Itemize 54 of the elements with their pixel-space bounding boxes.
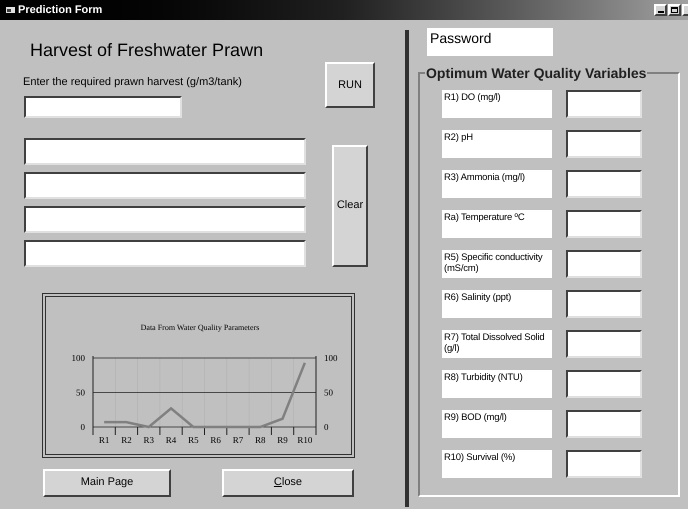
y-tick-label: 0 xyxy=(80,422,85,432)
y-tick-label: 0 xyxy=(324,422,328,432)
main-page-button[interactable]: Main Page xyxy=(43,468,171,496)
y-tick-label: 100 xyxy=(72,352,85,362)
close-window-button[interactable] xyxy=(682,4,688,16)
form-heading: Harvest of Freshwater Prawn xyxy=(30,39,264,61)
output-field[interactable] xyxy=(24,138,306,164)
variable-label: Ra) Temperature ºC xyxy=(442,210,552,238)
x-tick-label: R9 xyxy=(277,434,288,444)
password-label: Password xyxy=(427,28,553,56)
close-button[interactable]: Close xyxy=(222,468,354,496)
variable-input[interactable] xyxy=(566,450,642,478)
window-title: Prediction Form xyxy=(18,2,102,18)
y-tick-label: 50 xyxy=(324,387,333,397)
output-field[interactable] xyxy=(24,172,306,198)
variable-label: R8) Turbidity (NTU) xyxy=(442,370,552,398)
chart-title: Data From Water Quality Parameters xyxy=(140,322,260,332)
variable-label: R7) Total Dissolved Solid (g/l) xyxy=(442,330,552,358)
x-tick-label: R4 xyxy=(166,434,176,444)
variable-label: R3) Ammonia (mg/l) xyxy=(442,170,552,198)
run-button[interactable]: RUN xyxy=(325,62,375,108)
variable-input[interactable] xyxy=(566,250,642,278)
variable-input[interactable] xyxy=(566,330,642,358)
x-tick-label: R3 xyxy=(144,434,154,444)
variable-input[interactable] xyxy=(566,170,642,198)
variable-label: R1) DO (mg/l) xyxy=(442,90,552,118)
y-tick-label: 50 xyxy=(76,387,85,397)
variable-label: R5) Specific conductivity (mS/cm) xyxy=(442,250,552,278)
x-tick-label: R5 xyxy=(188,434,199,444)
variable-label: R9) BOD (mg/l) xyxy=(442,410,552,438)
variable-label: R6) Salinity (ppt) xyxy=(442,290,552,318)
variable-input[interactable] xyxy=(566,370,642,398)
output-field[interactable] xyxy=(24,206,306,232)
harvest-input[interactable] xyxy=(24,96,182,118)
y-tick-label: 100 xyxy=(324,352,338,362)
restore-button[interactable] xyxy=(668,4,681,16)
variable-label: R10) Survival (%) xyxy=(442,450,552,478)
variable-input[interactable] xyxy=(566,210,642,238)
variable-input[interactable] xyxy=(566,290,642,318)
minimize-button[interactable] xyxy=(654,4,667,16)
x-tick-label: R2 xyxy=(121,434,132,444)
variable-input[interactable] xyxy=(566,130,642,158)
x-tick-label: R7 xyxy=(232,434,244,444)
x-tick-label: R1 xyxy=(98,434,110,444)
variable-label: R2) pH xyxy=(442,130,552,158)
x-tick-label: R6 xyxy=(210,434,221,444)
output-field[interactable] xyxy=(24,240,306,266)
window-icon xyxy=(6,6,15,14)
harvest-label: Enter the required prawn harvest (g/m3/tank) xyxy=(23,75,243,90)
clear-button[interactable]: Clear xyxy=(332,144,368,266)
x-tick-label: R8 xyxy=(255,434,266,444)
x-tick-label: R10 xyxy=(297,434,312,444)
variable-input[interactable] xyxy=(566,90,642,118)
variable-input[interactable] xyxy=(566,410,642,438)
